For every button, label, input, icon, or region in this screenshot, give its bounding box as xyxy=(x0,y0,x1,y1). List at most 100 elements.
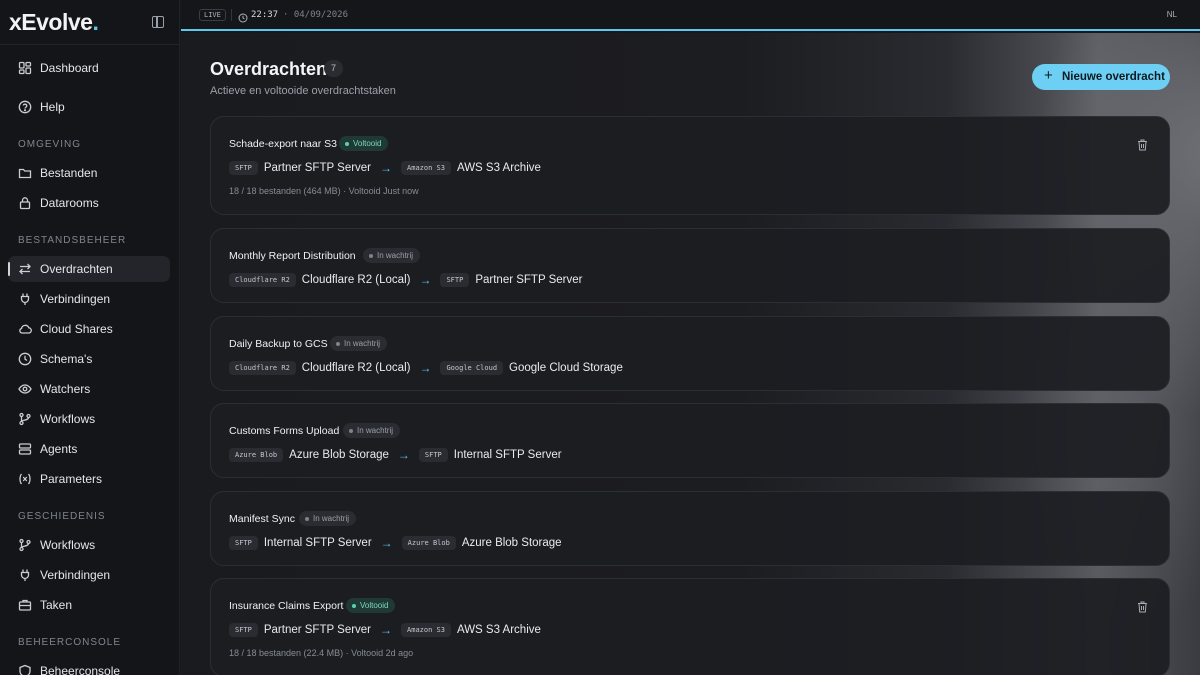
source-connection: Internal SFTP Server xyxy=(263,536,372,549)
destination-type-chip: SFTP xyxy=(418,447,448,462)
destination-type-chip: SFTP xyxy=(440,272,470,287)
transfer-name: Schade-export naar S3 xyxy=(229,138,337,150)
sidebar-item-verbindingen[interactable]: Verbindingen xyxy=(8,286,170,312)
variable-icon xyxy=(18,472,32,486)
sidebar: xEvolve. Dashboard Help OMGEVING Bestand… xyxy=(0,0,180,675)
sidebar-divider xyxy=(0,44,180,45)
sidebar-item-label: Dashboard xyxy=(40,61,99,75)
collapse-sidebar-icon[interactable] xyxy=(152,16,164,28)
section-omgeving: OMGEVING xyxy=(18,139,82,150)
source-connection: Partner SFTP Server xyxy=(263,161,372,174)
sidebar-item-schemas[interactable]: Schema's xyxy=(8,346,170,372)
sidebar-item-label: Datarooms xyxy=(40,196,99,210)
language-switcher[interactable]: NL xyxy=(1167,10,1177,19)
sidebar-item-history-verbindingen[interactable]: Verbindingen xyxy=(8,562,170,588)
destination-type-chip: Amazon S3 xyxy=(401,160,451,175)
trash-icon[interactable] xyxy=(1137,139,1148,151)
arrow-right-icon: → xyxy=(380,160,393,175)
sidebar-item-datarooms[interactable]: Datarooms xyxy=(8,190,170,216)
transfer-card[interactable]: Manifest Sync In wachtrij SFTP Internal S… xyxy=(210,491,1170,566)
sidebar-item-dashboard[interactable]: Dashboard xyxy=(8,55,170,81)
transfer-meta: 18 / 18 bestanden (22.4 MB) · Voltooid 2… xyxy=(229,648,414,658)
lock-icon xyxy=(18,196,32,210)
arrow-right-icon: → xyxy=(419,360,432,375)
destination-type-chip: Azure Blob xyxy=(401,535,456,550)
transfer-name: Monthly Report Distribution xyxy=(229,250,356,262)
sidebar-item-label: Cloud Shares xyxy=(40,322,113,336)
transfer-card[interactable]: Insurance Claims Export Voltooid SFTP Par… xyxy=(210,578,1170,675)
topbar-separator xyxy=(231,9,232,21)
destination-connection: AWS S3 Archive xyxy=(456,623,541,636)
sidebar-item-label: Beheerconsole xyxy=(40,664,121,675)
server-icon xyxy=(18,442,32,456)
eye-icon xyxy=(18,382,32,396)
section-beheerconsole: BEHEERCONSOLE xyxy=(18,637,122,648)
source-type-chip: SFTP xyxy=(229,535,258,550)
sidebar-item-cloud-shares[interactable]: Cloud Shares xyxy=(8,316,170,342)
sidebar-item-label: Schema's xyxy=(40,352,93,366)
sidebar-item-label: Workflows xyxy=(40,412,96,426)
trash-icon[interactable] xyxy=(1137,601,1148,613)
briefcase-icon xyxy=(18,598,32,612)
grid-icon xyxy=(18,61,32,75)
transfer-card[interactable]: Customs Forms Upload In wachtrij Azure B… xyxy=(210,403,1170,478)
arrow-right-icon: → xyxy=(380,535,393,550)
clock-time: 22:37 xyxy=(251,10,279,20)
section-geschiedenis: GESCHIEDENIS xyxy=(18,511,106,522)
sidebar-item-help[interactable]: Help xyxy=(8,94,170,120)
transfer-count-badge: 7 xyxy=(324,60,343,77)
branch-icon xyxy=(18,412,32,426)
source-type-chip: Cloudflare R2 xyxy=(229,360,296,375)
sidebar-item-workflows[interactable]: Workflows xyxy=(8,406,170,432)
sidebar-item-label: Taken xyxy=(40,598,73,612)
arrow-right-icon: → xyxy=(380,622,393,637)
clock-icon xyxy=(18,352,32,366)
source-type-chip: SFTP xyxy=(229,622,258,637)
sidebar-item-label: Watchers xyxy=(40,382,91,396)
sidebar-item-parameters[interactable]: Parameters xyxy=(8,466,170,492)
brand-name: xEvolve xyxy=(9,9,93,35)
source-type-chip: Cloudflare R2 xyxy=(229,272,296,287)
source-connection: Cloudflare R2 (Local) xyxy=(301,273,411,286)
new-transfer-button-label: Nieuwe overdracht xyxy=(1062,71,1165,83)
transfer-meta: 18 / 18 bestanden (464 MB) · Voltooid Ju… xyxy=(229,186,419,196)
status-badge: Voltooid xyxy=(339,136,389,151)
destination-connection: Google Cloud Storage xyxy=(509,361,623,374)
clock-icon xyxy=(238,10,248,23)
sidebar-item-label: Verbindingen xyxy=(40,292,111,306)
transfer-card[interactable]: Schade-export naar S3 Voltooid SFTP Partn… xyxy=(210,116,1170,215)
sidebar-item-beheerconsole[interactable]: Beheerconsole xyxy=(8,658,170,675)
live-badge: LIVE xyxy=(199,9,226,21)
destination-connection: AWS S3 Archive xyxy=(456,161,541,174)
transfer-name: Manifest Sync xyxy=(229,513,295,525)
transfer-icon xyxy=(18,262,32,276)
destination-type-chip: Amazon S3 xyxy=(401,622,451,637)
transfer-card[interactable]: Monthly Report Distribution In wachtrij … xyxy=(210,228,1170,303)
transfer-route: SFTP Internal SFTP Server → Azure Blob Azure… xyxy=(229,534,562,550)
sidebar-item-bestanden[interactable]: Bestanden xyxy=(8,160,170,186)
sidebar-item-watchers[interactable]: Watchers xyxy=(8,376,170,402)
transfer-card[interactable]: Daily Backup to GCS In wachtrij Cloudfla… xyxy=(210,316,1170,391)
sidebar-item-agents[interactable]: Agents xyxy=(8,436,170,462)
new-transfer-button[interactable]: + Nieuwe overdracht xyxy=(1032,64,1170,90)
sidebar-item-taken[interactable]: Taken xyxy=(8,592,170,618)
transfer-name: Insurance Claims Export xyxy=(229,600,344,612)
sidebar-item-label: Agents xyxy=(40,442,78,456)
sidebar-item-overdrachten[interactable]: Overdrachten xyxy=(8,256,170,282)
sidebar-item-history-workflows[interactable]: Workflows xyxy=(8,532,170,558)
brand-logo[interactable]: xEvolve. xyxy=(9,9,99,36)
sidebar-item-label: Parameters xyxy=(40,472,103,486)
status-badge: Voltooid xyxy=(346,598,396,613)
source-connection: Partner SFTP Server xyxy=(263,623,372,636)
transfer-route: Cloudflare R2 Cloudflare R2 (Local) → Googl… xyxy=(229,359,623,375)
sidebar-item-label: Bestanden xyxy=(40,166,98,180)
source-type-chip: Azure Blob xyxy=(229,447,284,462)
transfer-route: SFTP Partner SFTP Server → Amazon S3 AWS S3 … xyxy=(229,159,541,175)
arrow-right-icon: → xyxy=(419,272,432,287)
transfer-name: Customs Forms Upload xyxy=(229,425,340,437)
destination-connection: Partner SFTP Server xyxy=(475,273,583,286)
transfer-route: SFTP Partner SFTP Server → Amazon S3 AWS S3 … xyxy=(229,621,541,637)
arrow-right-icon: → xyxy=(397,447,410,462)
page-subtitle: Actieve en voltooide overdrachtstaken xyxy=(210,85,396,97)
branch-icon xyxy=(18,538,32,552)
